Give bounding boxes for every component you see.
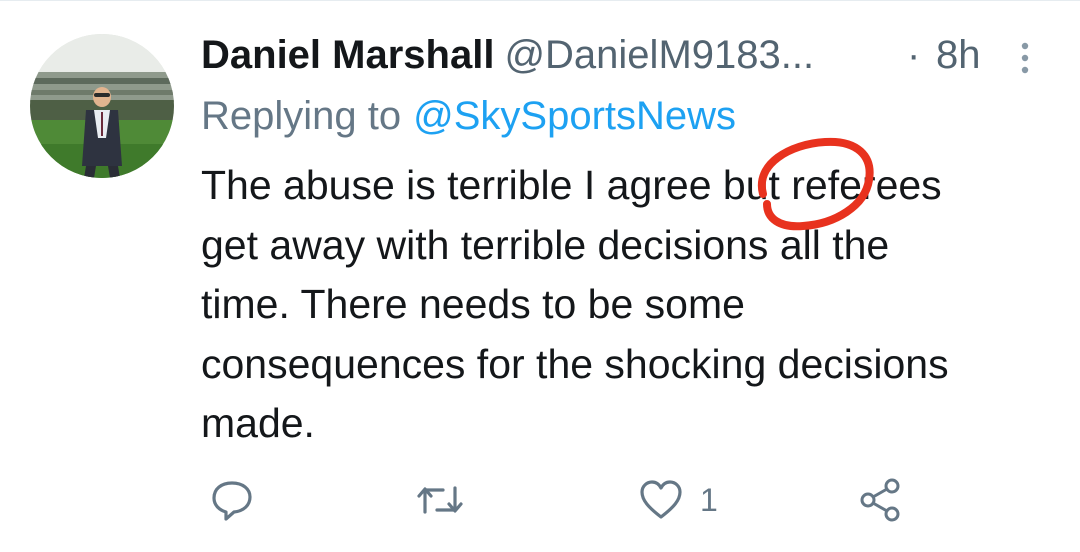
avatar[interactable]	[30, 34, 174, 178]
tweet-text-line: made.	[201, 400, 315, 446]
reply-button[interactable]	[210, 470, 254, 530]
replying-to-line: Replying to @SkySportsNews	[201, 92, 736, 140]
comment-icon	[210, 478, 254, 522]
retweet-icon	[415, 478, 465, 522]
share-button[interactable]	[858, 470, 904, 530]
more-options-icon[interactable]	[1013, 38, 1037, 74]
like-button[interactable]: 1	[638, 470, 718, 530]
tweet-text-line: consequences for the shocking decisions	[201, 340, 949, 387]
like-count: 1	[700, 481, 718, 518]
tweet-card[interactable]: Daniel Marshall @DanielM9183... · 8h Repl…	[0, 0, 1080, 552]
tweet-text-line: time. There needs to be some	[201, 281, 745, 327]
share-icon	[858, 477, 904, 523]
display-name[interactable]: Daniel Marshall	[201, 33, 494, 77]
timestamp[interactable]: 8h	[936, 30, 981, 80]
replying-to-label: Replying to	[201, 94, 402, 138]
tweet-text-line: The abuse is terrible I agree but refere…	[201, 162, 942, 208]
tweet-header: Daniel Marshall @DanielM9183... · 8h	[201, 30, 1061, 80]
heart-icon	[638, 478, 684, 522]
retweet-button[interactable]	[415, 470, 465, 530]
tweet-text: The abuse is terrible I agree but refere…	[201, 156, 1061, 454]
divider	[0, 0, 1080, 1]
action-bar: 1	[0, 470, 1080, 530]
separator-dot: ·	[907, 33, 921, 77]
user-handle[interactable]: @DanielM9183...	[504, 33, 814, 77]
tweet-text-line: get away with terrible decisions all the	[201, 221, 890, 268]
reply-target-link[interactable]: @SkySportsNews	[413, 94, 736, 138]
